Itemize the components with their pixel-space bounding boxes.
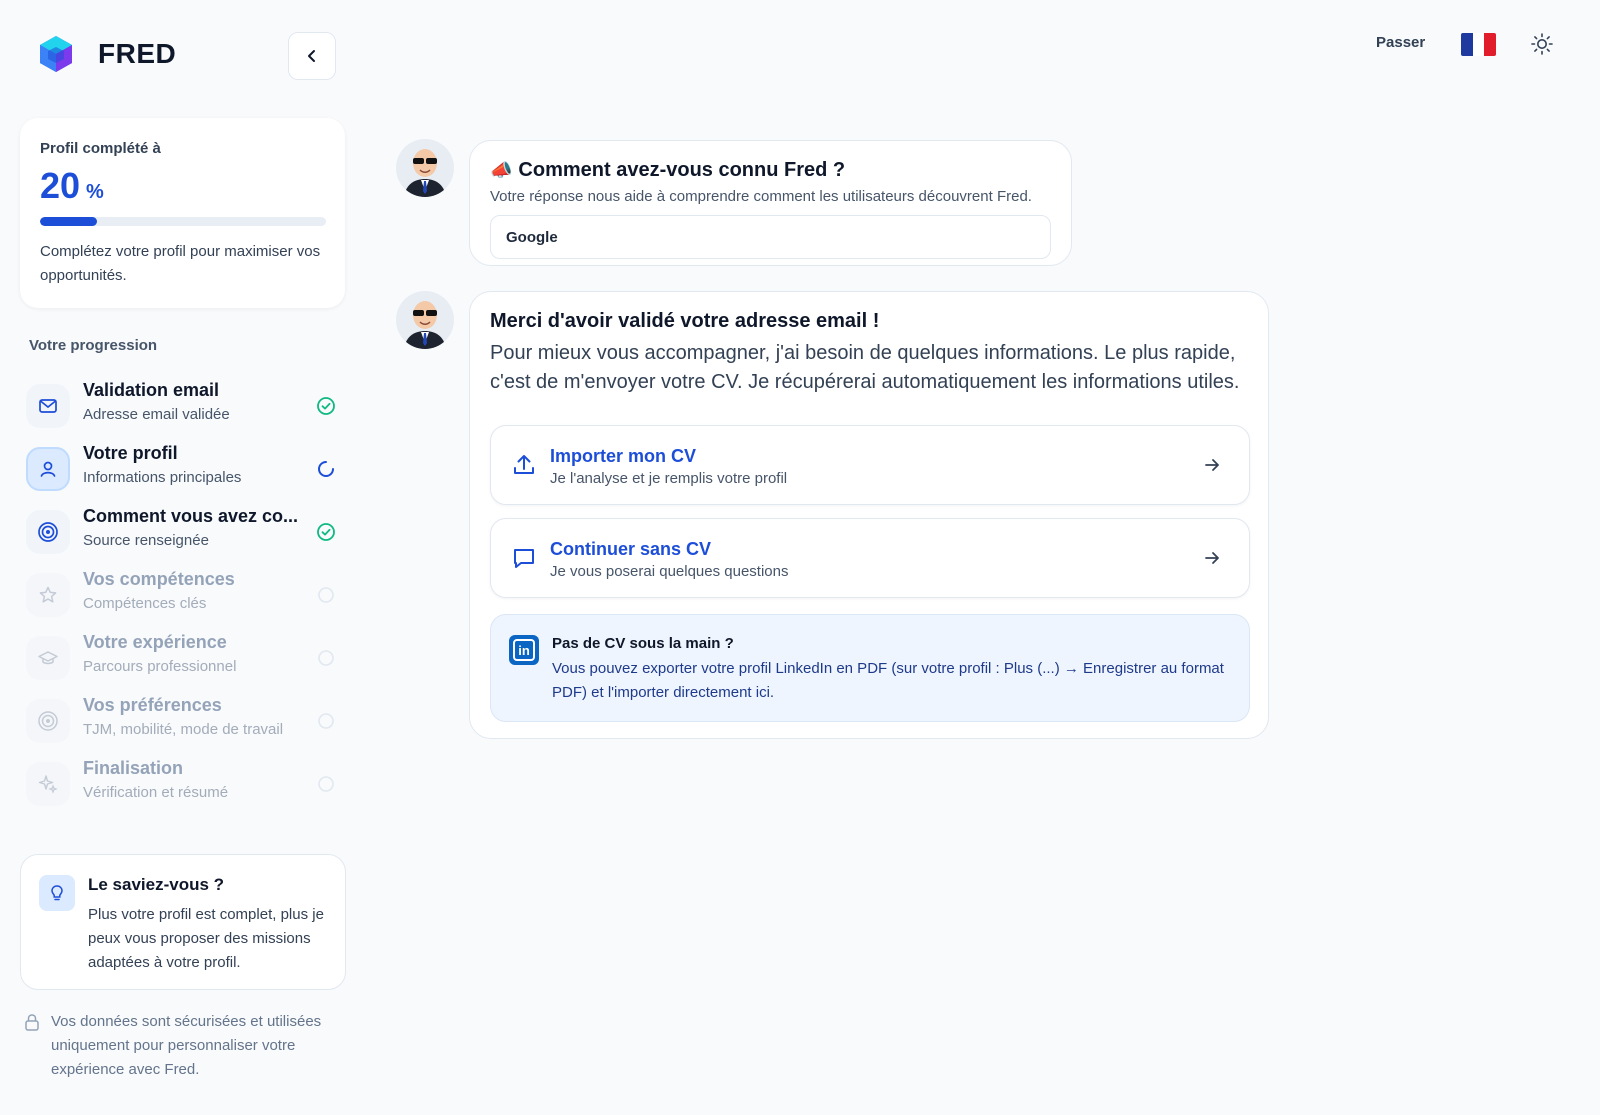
target-icon [38,522,58,542]
profile-completion-description: Complétez votre profil pour maximiser vo… [40,243,321,284]
step-title: Finalisation [83,758,184,778]
step-icon-container [26,636,70,680]
check-circle-icon [317,397,335,415]
privacy-notice: Vos données sont sécurisées et utilisées… [24,1010,344,1082]
question-title-row: 📣 Comment avez-vous connu Fred ? [490,159,1051,182]
chevron-left-icon [308,50,315,62]
step-title: Vos compétences [83,569,235,589]
step-icon-container [26,699,70,743]
step-subtitle: Parcours professionnel [83,658,237,675]
cube-logo-icon [40,36,72,72]
progression-title: Votre progression [29,337,158,354]
step-subtitle: Source renseignée [83,532,209,549]
step-title: Comment vous avez co... [83,506,299,526]
continue-without-cv-button[interactable]: Continuer sans CV Je vous poserai quelqu… [490,518,1250,598]
tip-text: Plus votre profil est complet, plus je p… [88,906,324,971]
target-icon [38,711,58,731]
question-title: Comment avez-vous connu Fred ? [518,159,846,181]
question-subtitle: Votre réponse nous aide à comprendre com… [490,188,1032,205]
language-flag-fr-icon[interactable] [1461,33,1496,56]
empty-circle-icon [318,587,334,603]
fred-avatar [396,291,454,349]
message-icon [514,549,534,568]
step-subtitle: TJM, mobilité, mode de travail [83,721,284,738]
arrow-right-icon [1205,459,1219,471]
profile-completion-percent: 20 [40,165,81,206]
profile-completion-value: 20 % [40,165,325,207]
step-votre-profil[interactable]: Votre profil Informations principales [26,443,346,497]
tip-icon-container [39,875,75,911]
linkedin-tip-title: Pas de CV sous la main ? [552,635,734,652]
step-subtitle: Compétences clés [83,595,207,612]
step-icon-container [26,447,70,491]
sparkles-icon [38,775,58,794]
empty-circle-icon [318,713,334,729]
empty-circle-icon [318,776,334,792]
lock-icon [25,1014,39,1031]
sun-icon[interactable] [1530,32,1554,56]
brand[interactable]: FRED [36,34,176,74]
empty-circle-icon [318,650,334,666]
profile-completion-unit: % [86,181,104,203]
fred-avatar [396,139,454,197]
collapse-sidebar-button[interactable] [288,32,336,80]
user-icon [40,461,56,477]
linkedin-tip-text: Vous pouvez exporter votre profil Linked… [552,660,1224,701]
step-icon-container [26,384,70,428]
check-circle-icon [317,523,335,541]
step-icon-container [26,762,70,806]
step-subtitle: Informations principales [83,469,242,486]
flag-stripe-red [1484,33,1496,56]
linkedin-glyph: in [513,639,535,661]
message-bubble: Merci d'avoir validé votre adresse email… [469,291,1269,739]
action-subtitle: Je l'analyse et je remplis votre profil [550,470,788,487]
step-icon-container [26,510,70,554]
import-cv-button[interactable]: Importer mon CV Je l'analyse et je rempl… [490,425,1250,505]
fred-mascot-icon [396,139,454,197]
linkedin-tip: in Pas de CV sous la main ? Vous pouvez … [490,614,1250,722]
step-subtitle: Vérification et résumé [83,784,229,801]
step-title: Validation email [83,380,220,400]
tip-title: Le saviez-vous ? [88,875,225,894]
skip-button[interactable]: Passer [1376,34,1425,51]
message-text: Pour mieux vous accompagner, j'ai besoin… [490,342,1240,393]
step-title: Votre profil [83,443,178,463]
profile-completion-title: Profil complété à [40,140,161,157]
question-bubble: 📣 Comment avez-vous connu Fred ? Votre r… [469,140,1072,266]
tip-card: Le saviez-vous ? Plus votre profil est c… [20,854,346,990]
step-subtitle: Adresse email validée [83,406,230,423]
step-icon-container [26,573,70,617]
message-title: Merci d'avoir validé votre adresse email… [490,310,880,332]
step-vos-preferences[interactable]: Vos préférences TJM, mobilité, mode de t… [26,695,346,749]
flag-stripe-blue [1461,33,1473,56]
lightbulb-icon [51,885,63,901]
step-comment-vous-avez-connu[interactable]: Comment vous avez co... Source renseigné… [26,506,346,560]
fred-mascot-icon [396,291,454,349]
loading-spinner-icon [318,461,334,477]
arrow-right-icon [1205,552,1219,564]
profile-progress-bar [40,217,326,226]
megaphone-icon: 📣 [490,160,513,180]
linkedin-icon: in [509,635,539,665]
step-vos-competences[interactable]: Vos compétences Compétences clés [26,569,346,623]
profile-progress-fill [40,217,98,226]
action-title: Importer mon CV [550,446,697,466]
star-icon [39,586,57,603]
step-title: Vos préférences [83,695,222,715]
step-finalisation[interactable]: Finalisation Vérification et résumé [26,758,346,812]
step-validation-email[interactable]: Validation email Adresse email validée [26,380,346,434]
sidebar: FRED Profil complété à 20 % Complétez vo… [0,0,368,1115]
step-votre-experience[interactable]: Votre expérience Parcours professionnel [26,632,346,686]
step-title: Votre expérience [83,632,227,652]
action-subtitle: Je vous poserai quelques questions [550,563,789,580]
flag-stripe-white [1472,33,1485,56]
mail-icon [39,399,57,413]
answer-value[interactable]: Google [490,215,1051,259]
upload-icon [514,455,534,474]
profile-completion-card: Profil complété à 20 % Complétez votre p… [20,118,345,308]
action-title: Continuer sans CV [550,539,712,559]
privacy-text: Vos données sont sécurisées et utilisées… [51,1013,322,1078]
graduation-cap-icon [38,651,58,665]
brand-name: FRED [98,38,177,69]
